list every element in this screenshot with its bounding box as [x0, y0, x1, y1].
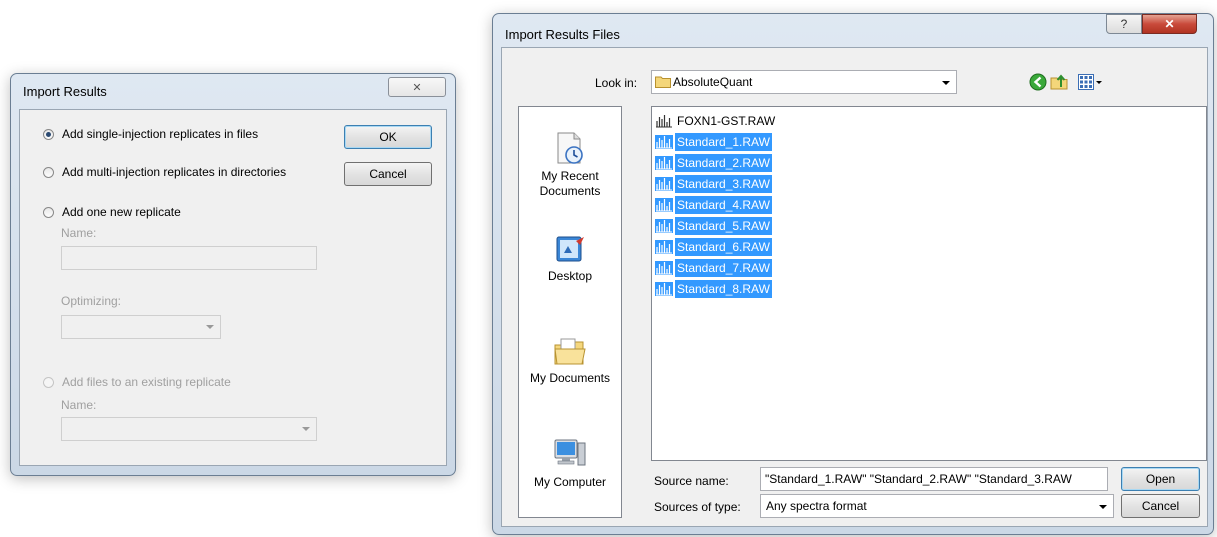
file-list[interactable]: FOXN1-GST.RAW Standard_1.RAW Standard_2.RA… [651, 106, 1207, 461]
look-in-label: Look in: [595, 76, 638, 90]
name-label: Name: [61, 226, 97, 240]
place-desktop[interactable]: Desktop [519, 233, 621, 284]
open-button[interactable]: Open [1121, 467, 1200, 491]
existing-name-label: Name: [61, 398, 97, 412]
recent-documents-icon [557, 132, 583, 164]
dialog-title: Import Results [23, 84, 107, 99]
dialog-body: Add single-injection replicates in files… [19, 109, 447, 466]
raw-file-icon [655, 240, 673, 254]
radio-label: Add files to an existing replicate [62, 375, 231, 389]
raw-file-icon [655, 177, 673, 191]
raw-file-icon [655, 135, 673, 149]
file-name: Standard_3.RAW [675, 175, 772, 193]
close-button[interactable]: ✕ [1142, 14, 1197, 34]
raw-file-icon [655, 198, 673, 212]
close-icon: ✕ [1164, 17, 1175, 31]
up-folder-icon[interactable] [1050, 73, 1070, 91]
file-name: Standard_8.RAW [675, 280, 772, 298]
dialog-title: Import Results Files [505, 27, 620, 42]
radio-single-injection[interactable]: Add single-injection replicates in files [43, 127, 258, 141]
chevron-down-icon [942, 81, 950, 85]
radio-existing-replicate: Add files to an existing replicate [43, 375, 231, 389]
file-name: FOXN1-GST.RAW [677, 114, 776, 128]
file-name: Standard_7.RAW [675, 259, 772, 277]
file-list-item[interactable]: FOXN1-GST.RAW [655, 111, 777, 131]
cancel-button[interactable]: Cancel [344, 162, 432, 186]
close-button[interactable]: ✕ [388, 77, 446, 97]
desktop-icon [556, 236, 584, 262]
raw-file-icon [655, 156, 673, 170]
radio-label: Add multi-injection replicates in direct… [62, 165, 287, 179]
chevron-down-icon [302, 427, 310, 431]
name-field [61, 246, 317, 270]
cancel-button[interactable]: Cancel [1121, 494, 1200, 518]
file-name: Standard_6.RAW [675, 238, 772, 256]
file-list-item[interactable]: Standard_6.RAW [655, 237, 772, 257]
radio-label: Add one new replicate [62, 205, 181, 219]
file-name: Standard_1.RAW [675, 133, 772, 151]
sources-of-type-select[interactable]: Any spectra format [760, 494, 1114, 518]
file-name: Standard_4.RAW [675, 196, 772, 214]
places-bar: My Recent Documents Desktop My Documents… [518, 106, 622, 518]
chevron-down-icon [1096, 81, 1102, 84]
existing-replicate-select [61, 417, 317, 441]
raw-file-icon [655, 261, 673, 275]
file-list-item[interactable]: Standard_3.RAW [655, 174, 772, 194]
source-name-value: "Standard_1.RAW" "Standard_2.RAW" "Stand… [765, 472, 1072, 486]
view-menu-button[interactable] [1078, 73, 1106, 91]
source-name-label: Source name: [654, 474, 729, 488]
radio-button[interactable] [43, 128, 54, 140]
my-computer-icon [554, 439, 586, 466]
radio-button [43, 376, 54, 388]
chevron-down-icon [1099, 505, 1107, 509]
file-list-item[interactable]: Standard_2.RAW [655, 153, 772, 173]
file-list-item[interactable]: Standard_4.RAW [655, 195, 772, 215]
file-list-item[interactable]: Standard_1.RAW [655, 132, 772, 152]
help-icon: ? [1120, 17, 1128, 31]
raw-file-icon [656, 115, 672, 128]
file-name: Standard_5.RAW [675, 217, 772, 235]
place-my-recent-documents[interactable]: My Recent Documents [519, 131, 621, 199]
look-in-select[interactable]: AbsoluteQuant [651, 70, 957, 94]
dialog-body: Look in: AbsoluteQuant My Recent Documen… [501, 47, 1208, 527]
file-list-item[interactable]: Standard_7.RAW [655, 258, 772, 278]
help-button[interactable]: ? [1106, 14, 1142, 34]
place-my-documents[interactable]: My Documents [519, 335, 621, 386]
radio-label: Add single-injection replicates in files [62, 127, 259, 141]
import-results-files-dialog: Import Results Files ? ✕ Look in: Absolu… [492, 13, 1214, 535]
ok-button[interactable]: OK [344, 125, 432, 149]
close-icon: ✕ [412, 82, 422, 94]
place-my-computer[interactable]: My Computer [519, 437, 621, 490]
optimizing-label: Optimizing: [61, 294, 122, 308]
file-list-item[interactable]: Standard_5.RAW [655, 216, 772, 236]
look-in-value: AbsoluteQuant [673, 75, 753, 89]
radio-one-new-replicate[interactable]: Add one new replicate [43, 205, 181, 219]
file-name: Standard_2.RAW [675, 154, 772, 172]
my-documents-icon [554, 338, 586, 365]
folder-icon [655, 76, 671, 88]
back-icon[interactable] [1029, 73, 1047, 91]
sources-of-type-value: Any spectra format [766, 499, 867, 513]
radio-button[interactable] [43, 166, 54, 178]
raw-file-icon [655, 219, 673, 233]
radio-button[interactable] [43, 206, 54, 218]
optimizing-select [61, 315, 221, 339]
view-grid-icon [1078, 74, 1094, 90]
chevron-down-icon [206, 325, 214, 329]
radio-multi-injection[interactable]: Add multi-injection replicates in direct… [43, 165, 286, 179]
raw-file-icon [655, 282, 673, 296]
file-list-item[interactable]: Standard_8.RAW [655, 279, 772, 299]
sources-of-type-label: Sources of type: [654, 500, 741, 514]
source-name-input[interactable]: "Standard_1.RAW" "Standard_2.RAW" "Stand… [760, 467, 1108, 491]
import-results-dialog: Import Results ✕ Add single-injection re… [10, 73, 456, 476]
